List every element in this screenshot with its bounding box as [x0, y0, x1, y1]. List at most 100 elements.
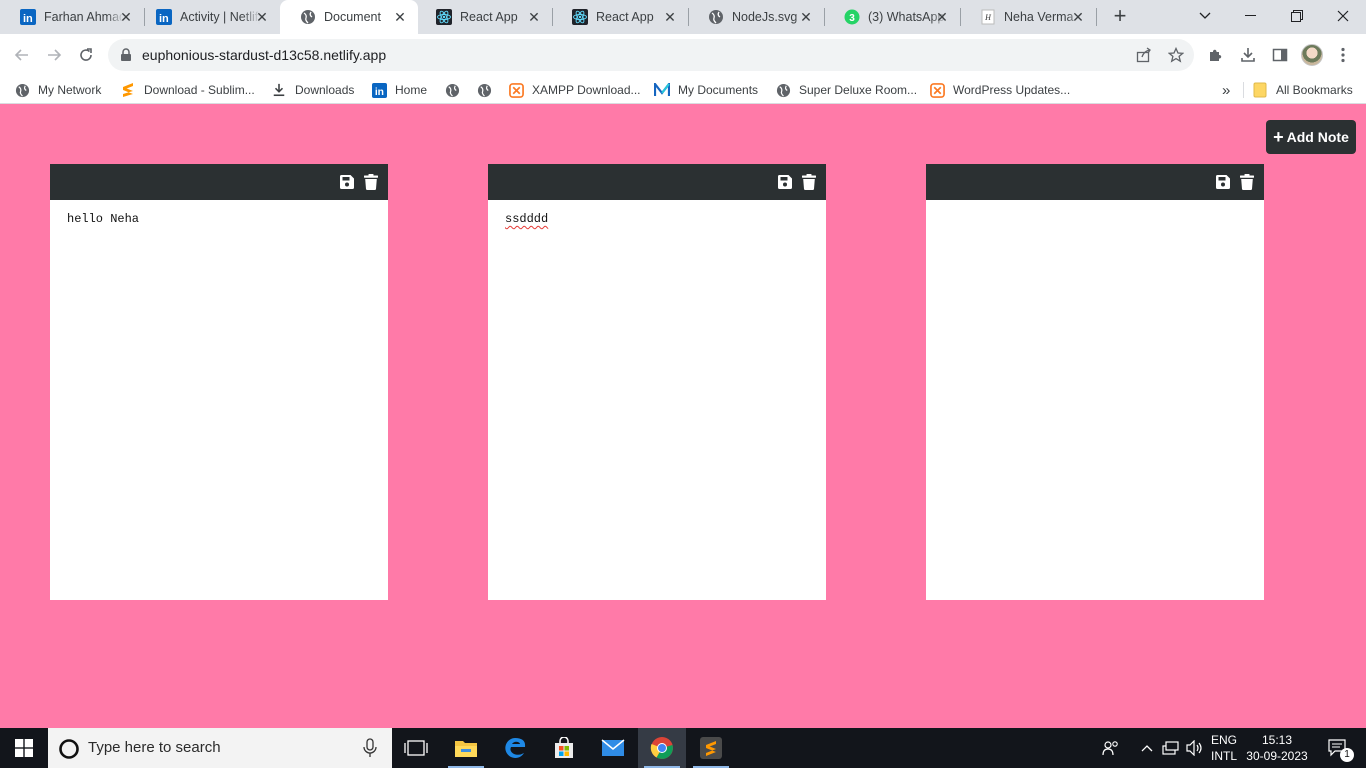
globe-icon [476, 82, 492, 98]
task-view-button[interactable] [392, 728, 440, 768]
new-tab-button[interactable]: + [1107, 4, 1133, 30]
side-panel-icon[interactable] [1270, 45, 1290, 65]
menu-kebab-icon[interactable] [1333, 45, 1353, 65]
minimize-icon [1245, 15, 1256, 16]
bookmark-globe-1[interactable] [444, 81, 460, 99]
back-button[interactable] [8, 41, 36, 69]
bookmark-super-deluxe-room[interactable]: Super Deluxe Room... [775, 81, 917, 99]
minimize-button[interactable] [1228, 0, 1274, 32]
globe-icon [708, 9, 724, 25]
note-textarea[interactable]: ssdddd [488, 200, 565, 238]
note-header [50, 164, 388, 200]
all-bookmarks-button[interactable]: All Bookmarks [1252, 81, 1353, 99]
bookmark-download-sublime[interactable]: Download - Sublim... [120, 81, 255, 99]
note-textarea[interactable]: hello Neha [50, 200, 388, 238]
tab-react-app-1[interactable]: React App ✕ [416, 0, 552, 34]
share-icon[interactable] [1135, 46, 1153, 64]
windows-taskbar: Type here to search ENG INTL 15:13 30-09… [0, 728, 1366, 768]
add-note-button[interactable]: + Add Note [1266, 120, 1356, 154]
chevron-up-icon[interactable] [1136, 728, 1158, 768]
tab-nodejs-svg[interactable]: NodeJs.svg ✕ [688, 0, 824, 34]
close-icon[interactable]: ✕ [934, 9, 950, 25]
trash-icon[interactable] [363, 174, 379, 190]
page-icon: H [980, 9, 996, 25]
close-icon[interactable]: ✕ [254, 9, 270, 25]
tab-neha-verma[interactable]: H Neha Verma ✕ [960, 0, 1096, 34]
mail-button[interactable] [589, 728, 637, 768]
address-bar[interactable]: euphonious-stardust-d13c58.netlify.app [108, 39, 1194, 71]
note-textarea[interactable] [926, 200, 1264, 224]
close-icon[interactable]: ✕ [392, 9, 408, 25]
file-explorer-button[interactable] [442, 728, 490, 768]
notion-icon [654, 82, 670, 98]
globe-icon [775, 82, 791, 98]
tab-react-app-2[interactable]: React App ✕ [552, 0, 688, 34]
url-text[interactable]: euphonious-stardust-d13c58.netlify.app [142, 47, 386, 63]
store-button[interactable] [540, 728, 588, 768]
restore-button[interactable] [1274, 0, 1320, 32]
tab-title: Activity | Netlify [180, 10, 260, 24]
bookmark-xampp[interactable]: XAMPP Download... [508, 81, 641, 99]
bookmarks-overflow-button[interactable]: » [1222, 81, 1230, 99]
react-icon [572, 9, 588, 25]
reload-button[interactable] [72, 41, 100, 69]
close-icon[interactable]: ✕ [662, 9, 678, 25]
people-icon[interactable] [1098, 728, 1124, 768]
bookmark-downloads[interactable]: Downloads [271, 81, 354, 99]
lock-icon[interactable] [120, 48, 132, 65]
sublime-text-button[interactable] [687, 728, 735, 768]
note-card [926, 164, 1264, 600]
save-icon[interactable] [339, 174, 355, 190]
react-icon [436, 9, 452, 25]
bookmark-label: Home [395, 83, 428, 97]
tab-document[interactable]: Document ✕ [280, 0, 418, 34]
start-button[interactable] [0, 728, 48, 768]
close-icon[interactable]: ✕ [1070, 9, 1086, 25]
note-card: ssdddd [488, 164, 826, 600]
bookmark-home[interactable]: in Home [371, 81, 427, 99]
bookmark-my-documents[interactable]: My Documents [654, 81, 758, 99]
reload-icon [80, 48, 92, 61]
forward-button[interactable] [40, 41, 68, 69]
download-icon[interactable] [1238, 45, 1258, 65]
windows-logo-icon [15, 739, 33, 757]
extensions-icon[interactable] [1206, 45, 1226, 65]
close-icon[interactable]: ✕ [798, 9, 814, 25]
notification-count-badge: 1 [1340, 748, 1354, 762]
tab-whatsapp[interactable]: 3 (3) WhatsApp ✕ [824, 0, 960, 34]
microphone-icon[interactable] [362, 738, 378, 761]
close-icon[interactable]: ✕ [118, 9, 134, 25]
arrow-left-icon [14, 49, 28, 61]
bookmark-wordpress-updates[interactable]: WordPress Updates... [929, 81, 1070, 99]
trash-icon[interactable] [1239, 174, 1255, 190]
trash-icon[interactable] [801, 174, 817, 190]
tab-farhan[interactable]: in Farhan Ahmad ✕ [0, 0, 144, 34]
avatar[interactable] [1301, 44, 1323, 66]
close-window-button[interactable] [1320, 0, 1366, 32]
save-icon[interactable] [777, 174, 793, 190]
close-icon[interactable]: ✕ [526, 9, 542, 25]
edge-button[interactable] [491, 728, 539, 768]
notification-badge: 3 [849, 13, 855, 24]
bookmark-label: My Network [38, 83, 102, 97]
star-icon[interactable] [1167, 46, 1185, 64]
notification-center-button[interactable]: 1 [1318, 728, 1358, 768]
tab-title: Farhan Ahmad [44, 10, 124, 24]
language-indicator[interactable]: ENG INTL [1206, 732, 1242, 764]
tab-search-button[interactable] [1182, 0, 1228, 32]
tab-activity[interactable]: in Activity | Netlify ✕ [136, 0, 280, 34]
whatsapp-icon: 3 [844, 9, 860, 25]
chrome-button[interactable] [638, 728, 686, 768]
bookmark-label: Downloads [295, 83, 355, 97]
xampp-icon [508, 82, 524, 98]
close-icon [1337, 10, 1349, 22]
save-icon[interactable] [1215, 174, 1231, 190]
tab-strip: in Farhan Ahmad ✕ in Activity | Netlify … [0, 0, 1366, 34]
taskbar-search[interactable]: Type here to search [48, 728, 392, 768]
volume-icon[interactable] [1184, 728, 1206, 768]
bookmark-my-network[interactable]: My Network [14, 81, 101, 99]
clock[interactable]: 15:13 30-09-2023 [1243, 732, 1311, 764]
bookmark-globe-2[interactable] [476, 81, 492, 99]
network-icon[interactable] [1160, 728, 1182, 768]
all-bookmarks-label: All Bookmarks [1276, 83, 1353, 97]
